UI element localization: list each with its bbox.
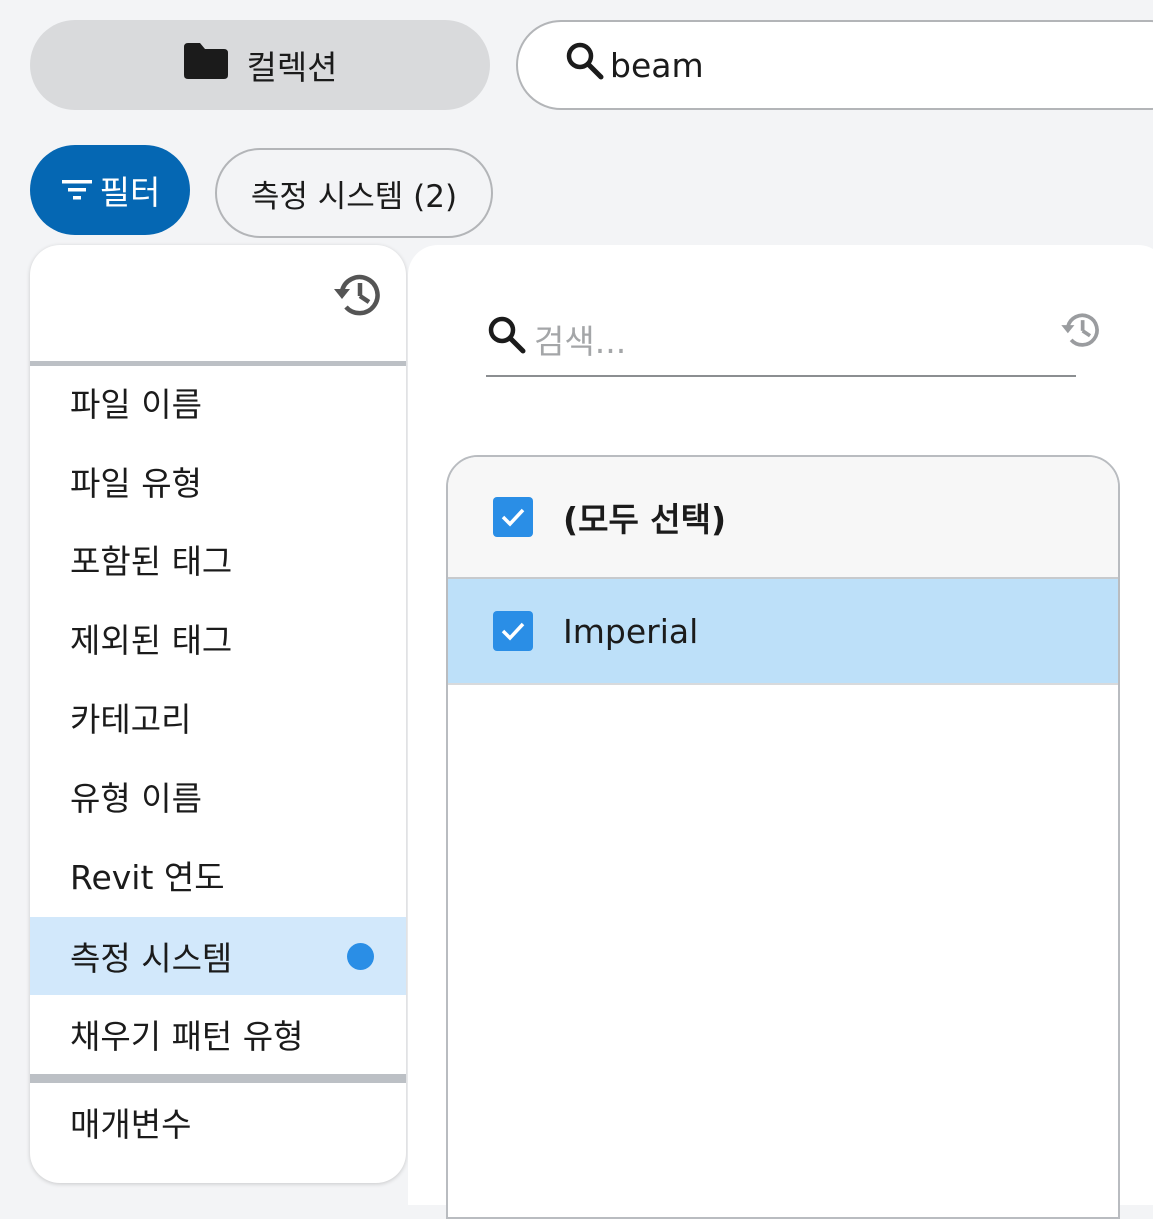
collection-button[interactable]: 컬렉션 — [30, 20, 490, 110]
filter-icon — [60, 171, 94, 210]
history-icon[interactable] — [330, 267, 386, 323]
field-item-label: 매개변수 — [70, 1105, 192, 1144]
filter-fields-panel: 파일 이름 파일 유형 포함된 태그 제외된 태그 카테고리 유형 이름 Rev… — [30, 245, 406, 1183]
field-item-label: 카테고리 — [70, 700, 192, 739]
value-search-input[interactable]: 검색... — [486, 303, 1076, 377]
filter-label: 필터 — [99, 173, 161, 212]
search-icon — [564, 40, 606, 90]
field-item-label: 채우기 패턴 유형 — [70, 1017, 304, 1056]
field-item-label: 포함된 태그 — [70, 542, 233, 581]
field-item-label: 유형 이름 — [70, 779, 202, 818]
value-list: (모두 선택) Imperial — [446, 455, 1120, 1219]
chip-label: 측정 시스템 (2) — [250, 178, 458, 215]
field-item-type-name[interactable]: 유형 이름 — [30, 757, 406, 835]
active-filter-chip[interactable]: 측정 시스템 (2) — [215, 148, 493, 238]
field-item-label: 파일 이름 — [70, 385, 202, 424]
field-item-label: Revit 연도 — [70, 858, 225, 897]
active-filter-dot — [347, 943, 374, 970]
collection-label: 컬렉션 — [246, 48, 338, 87]
field-item-excluded-tags[interactable]: 제외된 태그 — [30, 599, 406, 677]
search-input[interactable]: beam — [516, 20, 1153, 110]
search-icon — [486, 314, 528, 364]
value-row-imperial[interactable]: Imperial — [448, 579, 1118, 685]
select-all-label: (모두 선택) — [563, 500, 727, 539]
filter-values-panel: 검색... (모두 선택) Imperial — [408, 245, 1153, 1219]
select-all-checkbox[interactable] — [493, 497, 533, 537]
filter-button[interactable]: 필터 — [30, 145, 190, 235]
select-all-row[interactable]: (모두 선택) — [448, 457, 1118, 579]
field-item-file-name[interactable]: 파일 이름 — [30, 363, 406, 441]
field-item-parameters[interactable]: 매개변수 — [30, 1083, 406, 1161]
checkmark-icon — [501, 622, 525, 641]
folder-icon — [182, 41, 230, 89]
value-search-placeholder: 검색... — [534, 322, 627, 361]
history-icon[interactable] — [1058, 307, 1104, 353]
field-item-label: 제외된 태그 — [70, 621, 233, 660]
field-item-measurement-system[interactable]: 측정 시스템 — [30, 917, 406, 995]
field-item-file-type[interactable]: 파일 유형 — [30, 442, 406, 520]
field-item-label: 측정 시스템 — [70, 939, 233, 978]
value-label: Imperial — [563, 611, 699, 651]
search-value: beam — [610, 45, 704, 85]
checkmark-icon — [501, 508, 525, 527]
divider — [30, 1074, 406, 1083]
field-item-fill-pattern-type[interactable]: 채우기 패턴 유형 — [30, 995, 406, 1073]
field-item-revit-year[interactable]: Revit 연도 — [30, 836, 406, 914]
field-item-category[interactable]: 카테고리 — [30, 678, 406, 756]
field-item-label: 파일 유형 — [70, 464, 202, 503]
field-item-included-tags[interactable]: 포함된 태그 — [30, 520, 406, 598]
value-checkbox[interactable] — [493, 611, 533, 651]
